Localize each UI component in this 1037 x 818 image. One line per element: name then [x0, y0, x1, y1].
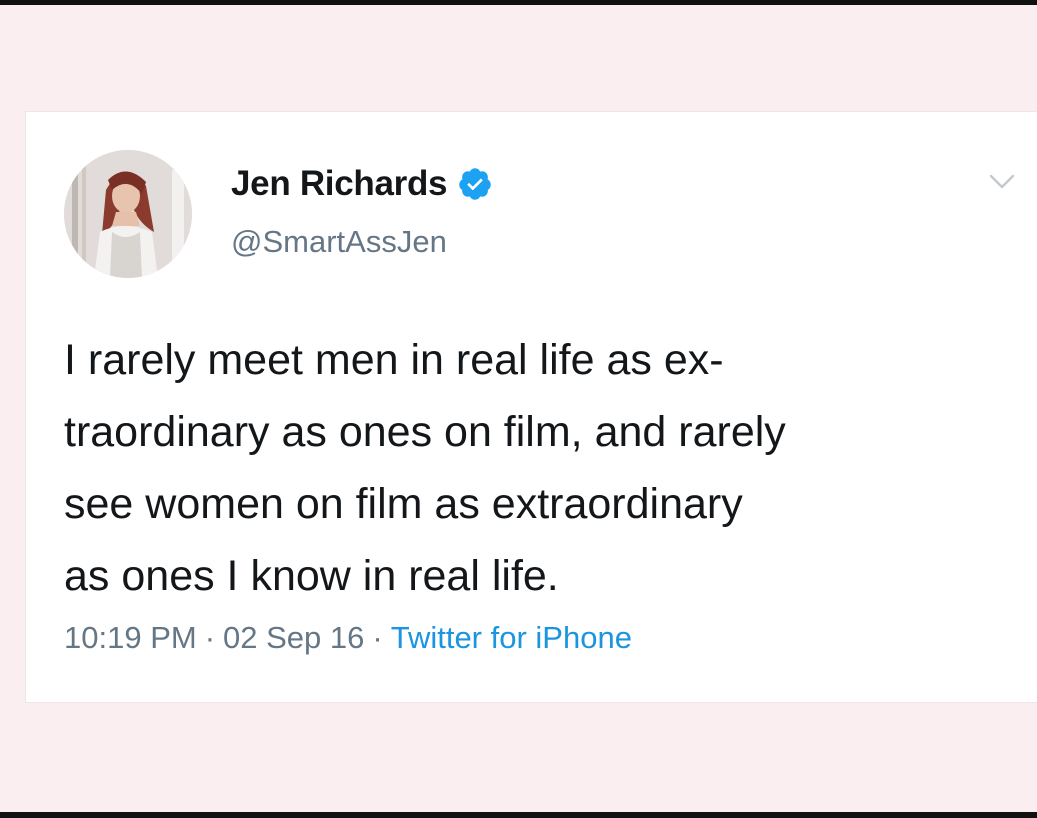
chevron-down-icon[interactable]	[988, 172, 1016, 192]
author-row: Jen Richards	[231, 162, 493, 206]
tweet-text-line: see women on film as extraordinary	[64, 480, 743, 528]
tweet-text: I rarely meet men in real life as ex- tr…	[64, 324, 1024, 612]
verified-badge-icon	[457, 166, 493, 202]
display-name[interactable]: Jen Richards	[231, 164, 448, 204]
tweet-text-line: traordinary as ones on film, and rarely	[64, 408, 786, 456]
tweet-card: Jen Richards @SmartAssJen I rarely meet …	[25, 111, 1037, 703]
tweet-time[interactable]: 10:19 PM	[64, 620, 197, 655]
separator-dot: ·	[372, 620, 383, 655]
top-border	[0, 0, 1037, 5]
bottom-border	[0, 812, 1037, 818]
avatar[interactable]	[64, 150, 192, 278]
tweet-text-line: as ones I know in real life.	[64, 552, 559, 600]
separator-dot: ·	[204, 620, 216, 655]
tweet-metadata: 10:19 PM · 02 Sep 16 · Twitter for iPhone	[64, 620, 632, 656]
username-handle[interactable]: @SmartAssJen	[231, 224, 447, 260]
tweet-text-line: I rarely meet men in real life as ex-	[64, 336, 724, 384]
avatar-photo	[64, 150, 192, 278]
tweet-source-link[interactable]: Twitter for iPhone	[391, 620, 632, 655]
tweet-date[interactable]: 02 Sep 16	[223, 620, 364, 655]
